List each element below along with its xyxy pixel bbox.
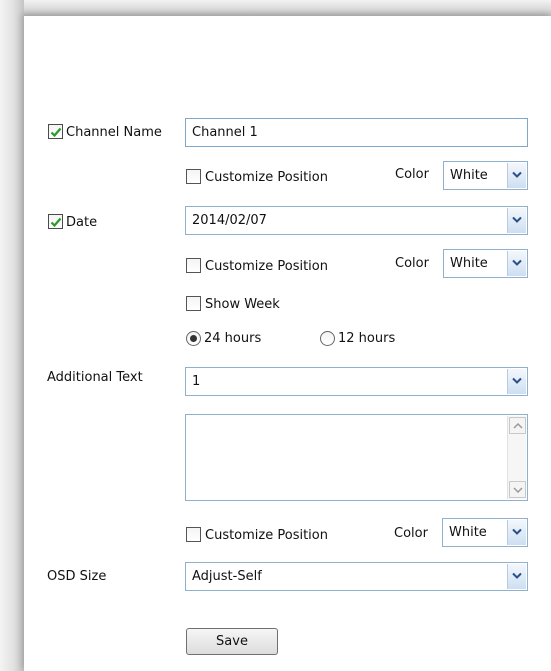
additional-color-label: Color	[394, 526, 428, 541]
additional-color-select[interactable]: White	[442, 518, 528, 547]
channel-customize-position-label: Customize Position	[205, 170, 328, 185]
additional-customize-position-checkbox[interactable]	[186, 527, 201, 542]
window-frame-left	[0, 0, 24, 671]
checkmark-icon	[50, 127, 62, 138]
date-checkbox[interactable]	[48, 214, 63, 229]
show-week-checkbox[interactable]	[186, 296, 201, 311]
chevron-down-icon	[507, 163, 526, 188]
additional-text-area[interactable]	[185, 414, 528, 501]
save-button[interactable]: Save	[186, 628, 278, 655]
hour24-radio[interactable]	[186, 331, 201, 346]
date-color-select[interactable]: White	[443, 249, 528, 278]
hour24-label: 24 hours	[204, 331, 262, 346]
chevron-up-icon	[513, 423, 523, 429]
channel-color-select[interactable]: White	[443, 161, 528, 190]
osd-size-select[interactable]: Adjust-Self	[185, 562, 528, 591]
chevron-down-icon	[507, 208, 526, 233]
chevron-down-icon	[507, 520, 526, 545]
chevron-down-icon	[507, 369, 526, 394]
additional-customize-position-label: Customize Position	[205, 528, 328, 543]
show-week-label: Show Week	[205, 297, 280, 312]
additional-text-label: Additional Text	[47, 370, 143, 385]
channel-name-checkbox[interactable]	[48, 124, 63, 139]
channel-customize-position-checkbox[interactable]	[186, 169, 201, 184]
channel-color-label: Color	[395, 167, 429, 182]
osd-size-label: OSD Size	[47, 569, 107, 584]
osd-settings-panel: Channel Name Customize Position Color Wh…	[24, 16, 551, 671]
chevron-down-icon	[507, 251, 526, 276]
scroll-up-button[interactable]	[509, 417, 526, 434]
additional-text-select[interactable]: 1	[185, 367, 528, 396]
textarea-scrollbar[interactable]	[507, 416, 526, 499]
scroll-down-button[interactable]	[509, 481, 526, 498]
channel-name-label: Channel Name	[66, 125, 162, 140]
hour12-label: 12 hours	[338, 331, 396, 346]
date-format-select[interactable]: 2014/02/07	[185, 206, 528, 235]
checkmark-icon	[50, 217, 62, 228]
hour12-radio[interactable]	[320, 331, 335, 346]
window-frame-top	[0, 0, 551, 16]
chevron-down-icon	[513, 487, 523, 493]
date-label: Date	[66, 215, 98, 230]
date-customize-position-checkbox[interactable]	[186, 258, 201, 273]
date-customize-position-label: Customize Position	[205, 259, 328, 274]
chevron-down-icon	[507, 564, 526, 589]
channel-name-input[interactable]	[185, 118, 528, 147]
date-color-label: Color	[395, 256, 429, 271]
